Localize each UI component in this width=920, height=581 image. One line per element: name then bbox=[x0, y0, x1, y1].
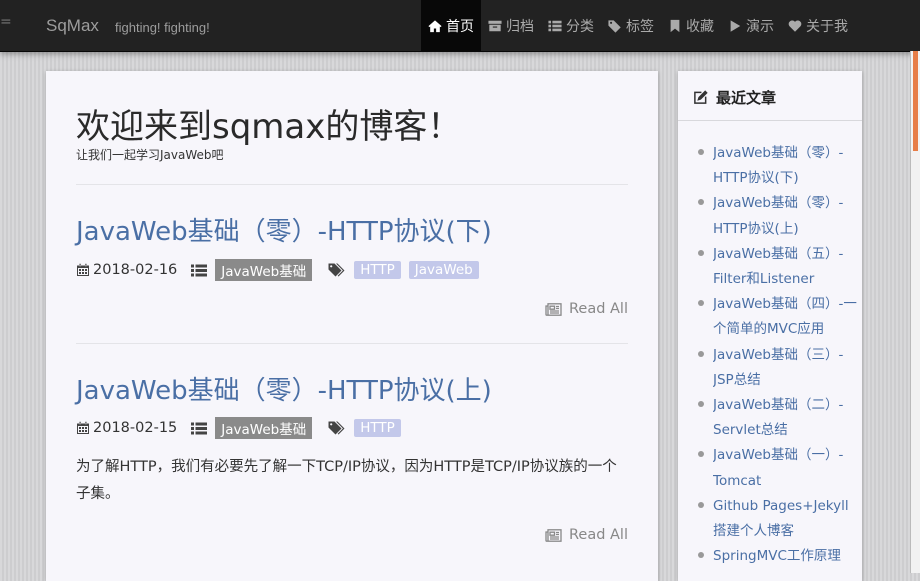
edit-icon bbox=[694, 90, 708, 104]
bullet bbox=[698, 199, 704, 206]
tag-badge[interactable]: JavaWeb bbox=[408, 261, 479, 279]
recent-post-title: JavaWeb基础（五）-Filter和Listener bbox=[713, 245, 844, 287]
recent-post-link[interactable]: JavaWeb基础（三）-JSP总结 bbox=[698, 343, 858, 393]
list-icon bbox=[548, 19, 562, 33]
tags-icon bbox=[608, 19, 622, 33]
nav-item-categories[interactable]: 分类 bbox=[541, 0, 601, 51]
bullet bbox=[698, 451, 704, 458]
scrollbar-thumb[interactable] bbox=[913, 51, 918, 151]
category-badge[interactable]: JavaWeb基础 bbox=[215, 417, 313, 439]
read-all-link[interactable]: Read All bbox=[545, 527, 628, 543]
tags-icon bbox=[328, 421, 345, 434]
top-navbar: = SqMax fighting! fighting! 首页 归档 分类 标签 … bbox=[0, 0, 920, 52]
recent-post-title: JavaWeb基础（二）-Servlet总结 bbox=[713, 396, 844, 439]
recent-post-link[interactable]: Github Pages+Jekyll搭建个人博客 bbox=[698, 494, 858, 544]
recent-post-title: JavaWeb基础（三）-JSP总结 bbox=[713, 346, 844, 388]
sidebar-recent-posts: 最近文章 JavaWeb基础（零）-HTTP协议(下) JavaWeb基础（零）… bbox=[678, 71, 862, 581]
nav-edge-mark: = bbox=[0, 14, 12, 30]
nav-item-label: 关于我 bbox=[806, 18, 848, 35]
newspaper-icon bbox=[545, 528, 562, 542]
read-all-label: Read All bbox=[568, 301, 628, 317]
play-icon bbox=[728, 19, 742, 33]
nav-item-about[interactable]: 关于我 bbox=[781, 0, 855, 51]
post-excerpt: 为了解HTTP，我们有必要先了解一下TCP/IP协议，因为HTTP是TCP/IP… bbox=[76, 459, 617, 502]
bullet bbox=[698, 350, 704, 357]
recent-post-link[interactable]: JavaWeb基础（零）-HTTP协议(下) bbox=[698, 141, 858, 191]
recent-post-title: JavaWeb基础（四）-一个简单的MVC应用 bbox=[713, 296, 857, 338]
recent-post-link[interactable]: SpringMVC工作原理 bbox=[698, 544, 858, 569]
post-date: 2018-02-16 bbox=[93, 262, 178, 278]
recent-post-title: JavaWeb基础（一）-Tomcat bbox=[713, 447, 844, 489]
nav-item-label: 演示 bbox=[746, 18, 774, 35]
post-meta: 2018-02-15 JavaWeb基础 HTTP bbox=[76, 417, 409, 439]
nav-item-archive[interactable]: 归档 bbox=[481, 0, 541, 51]
tags-icon bbox=[328, 263, 345, 276]
recent-post-title: JavaWeb基础（零）-HTTP协议(上) bbox=[713, 195, 844, 237]
nav-item-favorites[interactable]: 收藏 bbox=[661, 0, 721, 51]
post-meta: 2018-02-16 JavaWeb基础 HTTP JavaWeb bbox=[76, 259, 487, 281]
nav-item-tags[interactable]: 标签 bbox=[601, 0, 661, 51]
page-scrollbar[interactable] bbox=[910, 51, 920, 573]
category-badge[interactable]: JavaWeb基础 bbox=[215, 259, 313, 281]
read-all-label: Read All bbox=[568, 527, 628, 543]
category-list-icon bbox=[191, 422, 208, 434]
recent-post-title: SpringMVC工作原理 bbox=[713, 548, 841, 565]
recent-post-title: JavaWeb基础（零）-HTTP协议(下) bbox=[713, 145, 844, 187]
main-menu: 首页 归档 分类 标签 收藏 演示 关于我 bbox=[421, 0, 855, 51]
read-all-link[interactable]: Read All bbox=[545, 301, 628, 317]
post-title-link[interactable]: JavaWeb基础（零）-HTTP协议(上) bbox=[76, 370, 628, 407]
bullet bbox=[698, 552, 704, 559]
recent-posts-list: JavaWeb基础（零）-HTTP协议(下) JavaWeb基础（零）-HTTP… bbox=[678, 141, 858, 569]
nav-item-label: 分类 bbox=[566, 18, 594, 35]
sidebar-header: 最近文章 bbox=[693, 87, 776, 108]
nav-item-label: 收藏 bbox=[686, 18, 714, 35]
bullet bbox=[698, 249, 704, 256]
bullet bbox=[698, 300, 704, 307]
post-title-link[interactable]: JavaWeb基础（零）-HTTP协议(下) bbox=[76, 211, 628, 248]
nav-item-label: 首页 bbox=[446, 18, 474, 35]
recent-post-link[interactable]: JavaWeb基础（二）-Servlet总结 bbox=[698, 393, 858, 443]
bullet bbox=[698, 400, 704, 407]
divider bbox=[76, 184, 628, 185]
heart-icon bbox=[788, 19, 802, 33]
home-icon bbox=[428, 19, 442, 33]
recent-post-link[interactable]: JavaWeb基础（五）-Filter和Listener bbox=[698, 242, 858, 292]
divider bbox=[76, 343, 628, 344]
tag-badge[interactable]: HTTP bbox=[354, 261, 401, 279]
post-date: 2018-02-15 bbox=[93, 420, 178, 436]
nav-item-label: 归档 bbox=[506, 18, 534, 35]
sidebar-title: 最近文章 bbox=[716, 89, 777, 107]
calendar-icon bbox=[77, 263, 89, 276]
post-item: JavaWeb基础（零）-HTTP协议(上) 2018-02-15 JavaWe… bbox=[76, 370, 628, 570]
recent-post-link[interactable]: JavaWeb基础（四）-一个简单的MVC应用 bbox=[698, 292, 858, 342]
nav-item-label: 标签 bbox=[626, 18, 654, 35]
calendar-icon bbox=[77, 421, 89, 434]
site-tagline: fighting! fighting! bbox=[115, 20, 210, 35]
newspaper-icon bbox=[545, 302, 562, 316]
bookmark-icon bbox=[668, 19, 682, 33]
nav-item-demo[interactable]: 演示 bbox=[721, 0, 781, 51]
bullet bbox=[698, 149, 704, 155]
recent-post-title: Github Pages+Jekyll搭建个人博客 bbox=[713, 497, 849, 539]
archive-icon bbox=[488, 19, 502, 33]
site-brand[interactable]: SqMax bbox=[46, 16, 99, 36]
bullet bbox=[698, 501, 704, 508]
recent-post-link[interactable]: JavaWeb基础（一）-Tomcat bbox=[698, 443, 858, 493]
divider bbox=[678, 120, 862, 121]
category-list-icon bbox=[191, 264, 208, 276]
page-title: 欢迎来到sqmax的博客！ bbox=[76, 107, 462, 147]
tag-badge[interactable]: HTTP bbox=[354, 419, 401, 437]
page-subtitle: 让我们一起学习JavaWeb吧 bbox=[76, 148, 224, 162]
recent-post-link[interactable]: JavaWeb基础（零）-HTTP协议(上) bbox=[698, 191, 858, 241]
post-item: JavaWeb基础（零）-HTTP协议(下) 2018-02-16 JavaWe… bbox=[76, 211, 628, 341]
nav-item-home[interactable]: 首页 bbox=[421, 0, 481, 51]
main-content: 欢迎来到sqmax的博客！ 让我们一起学习JavaWeb吧 JavaWeb基础（… bbox=[46, 71, 658, 581]
